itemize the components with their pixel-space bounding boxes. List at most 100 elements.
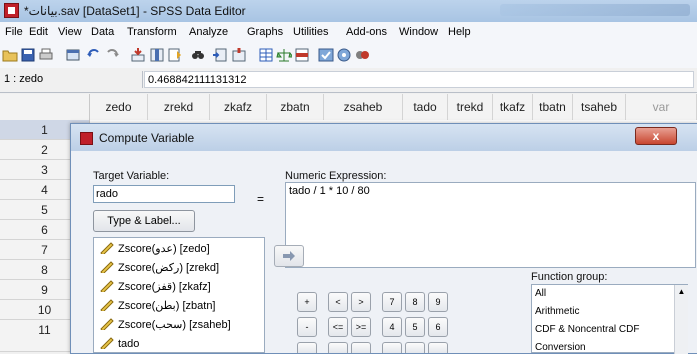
weight-cases-icon[interactable] [276,47,292,63]
menu-window[interactable]: Window [399,26,438,38]
column-header[interactable]: tsaheb [573,94,626,120]
select-cases-icon[interactable] [294,47,310,63]
column-header[interactable]: zrekd [148,94,210,120]
scroll-up-arrow-icon[interactable]: ▲ [675,285,688,299]
variable-name: tado [118,338,140,350]
list-item[interactable]: Zscore(بطن) [zbatn] [100,297,216,315]
menu-addons[interactable]: Add-ons [346,26,387,38]
column-header[interactable]: zkafz [210,94,267,120]
menu-bar: File Edit View Data Transform Analyze Gr… [0,22,697,43]
keypad-9-button[interactable]: 9 [428,292,448,312]
cell-value-input[interactable]: 0.468842111131312 [144,71,694,88]
move-to-expression-button[interactable] [274,245,304,267]
keypad-7-button[interactable]: 7 [382,292,402,312]
list-item[interactable]: Zscore(سحب) [zsaheb] [100,316,231,334]
variable-list[interactable]: Zscore(عدو) [zedo] Zscore(ركض) [zrekd] Z… [93,237,265,353]
menu-edit[interactable]: Edit [29,26,48,38]
keypad-8-button[interactable]: 8 [405,292,425,312]
column-header[interactable]: trekd [448,94,493,120]
column-header[interactable]: tado [403,94,448,120]
keypad-button[interactable] [351,342,371,353]
keypad-minus-button[interactable]: - [297,317,317,337]
list-item[interactable]: Zscore(عدو) [zedo] [100,240,210,258]
column-header[interactable]: tbatn [533,94,573,120]
keypad-less-than-button[interactable]: < [328,292,348,312]
keypad-button[interactable] [382,342,402,353]
open-icon[interactable] [2,47,18,63]
function-group-list[interactable]: All Arithmetic CDF & Noncentral CDF Conv… [531,284,688,354]
column-header[interactable]: var [626,94,697,120]
column-header[interactable]: zedo [90,94,148,120]
list-item[interactable]: All [535,288,546,299]
list-item[interactable]: Zscore(ركض) [zrekd] [100,259,219,277]
insert-variable-icon[interactable] [231,47,247,63]
window-controls[interactable] [500,4,690,16]
scrollbar[interactable]: ▲ [674,285,688,354]
keypad-5-button[interactable]: 5 [405,317,425,337]
column-header[interactable]: tkafz [493,94,533,120]
dialog-title: Compute Variable [99,131,195,145]
window-title-bar: *بيانات.sav [DataSet1] - SPSS Data Edito… [0,0,697,23]
list-item[interactable]: Conversion [535,342,586,353]
close-button[interactable]: x [635,127,677,145]
menu-transform[interactable]: Transform [127,26,177,38]
variables-icon[interactable] [167,47,183,63]
value-labels-icon[interactable] [318,47,334,63]
goto-case-icon[interactable] [130,47,146,63]
menu-view[interactable]: View [58,26,82,38]
numeric-expression-input[interactable]: tado / 1 * 10 / 80 [285,182,696,268]
show-sets-icon[interactable] [354,47,370,63]
numeric-expression-label: Numeric Expression: [285,170,387,182]
function-group-label: Function group: [531,271,608,283]
keypad-button[interactable] [405,342,425,353]
redo-icon[interactable] [104,47,120,63]
equals-sign: = [257,192,265,206]
list-item[interactable]: Arithmetic [535,306,579,317]
target-variable-input[interactable]: rado [93,185,235,203]
column-header[interactable]: zbatn [267,94,324,120]
compute-variable-dialog: Compute Variable x Target Variable: rado… [70,123,697,354]
keypad-greater-than-button[interactable]: > [351,292,371,312]
goto-variable-icon[interactable] [149,47,165,63]
save-icon[interactable] [20,47,36,63]
variable-name: Zscore(عدو) [zedo] [118,243,210,255]
variable-name: Zscore(ركض) [zrekd] [118,262,220,274]
menu-help[interactable]: Help [448,26,471,38]
list-item[interactable]: Zscore(قفز) [zkafz] [100,278,211,296]
dialog-title-bar[interactable]: Compute Variable x [71,124,697,151]
ruler-icon [100,280,114,292]
menu-file[interactable]: File [5,26,23,38]
dialog-recall-icon[interactable] [65,47,81,63]
keypad-4-button[interactable]: 4 [382,317,402,337]
keypad-greater-equal-button[interactable]: >= [351,317,371,337]
ruler-icon [100,242,114,254]
list-item[interactable]: CDF & Noncentral CDF [535,324,639,335]
insert-cases-icon[interactable] [212,47,228,63]
column-header-row: zedo zrekd zkafz zbatn zsaheb tado trekd… [0,94,697,121]
variable-name: Zscore(بطن) [zbatn] [118,300,216,312]
list-item[interactable]: tado [100,335,139,353]
variable-name: Zscore(سحب) [zsaheb] [118,319,231,331]
undo-icon[interactable] [86,47,102,63]
keypad-6-button[interactable]: 6 [428,317,448,337]
menu-graphs[interactable]: Graphs [247,26,283,38]
split-file-icon[interactable] [258,47,274,63]
print-icon[interactable] [38,47,54,63]
column-header[interactable]: zsaheb [324,94,403,120]
menu-data[interactable]: Data [91,26,114,38]
menu-analyze[interactable]: Analyze [189,26,228,38]
keypad-button[interactable] [428,342,448,353]
keypad-less-equal-button[interactable]: <= [328,317,348,337]
type-label-button[interactable]: Type & Label... [93,210,195,232]
use-sets-icon[interactable] [336,47,352,63]
keypad-button[interactable] [297,342,317,353]
find-icon[interactable] [190,47,206,63]
cell-reference: 1 : zedo [2,71,143,88]
corner-cell[interactable] [0,94,90,120]
keypad-plus-button[interactable]: + [297,292,317,312]
keypad-button[interactable] [328,342,348,353]
ruler-icon [100,299,114,311]
menu-utilities[interactable]: Utilities [293,26,328,38]
variable-name: Zscore(قفز) [zkafz] [118,281,211,293]
toolbar [0,42,697,69]
